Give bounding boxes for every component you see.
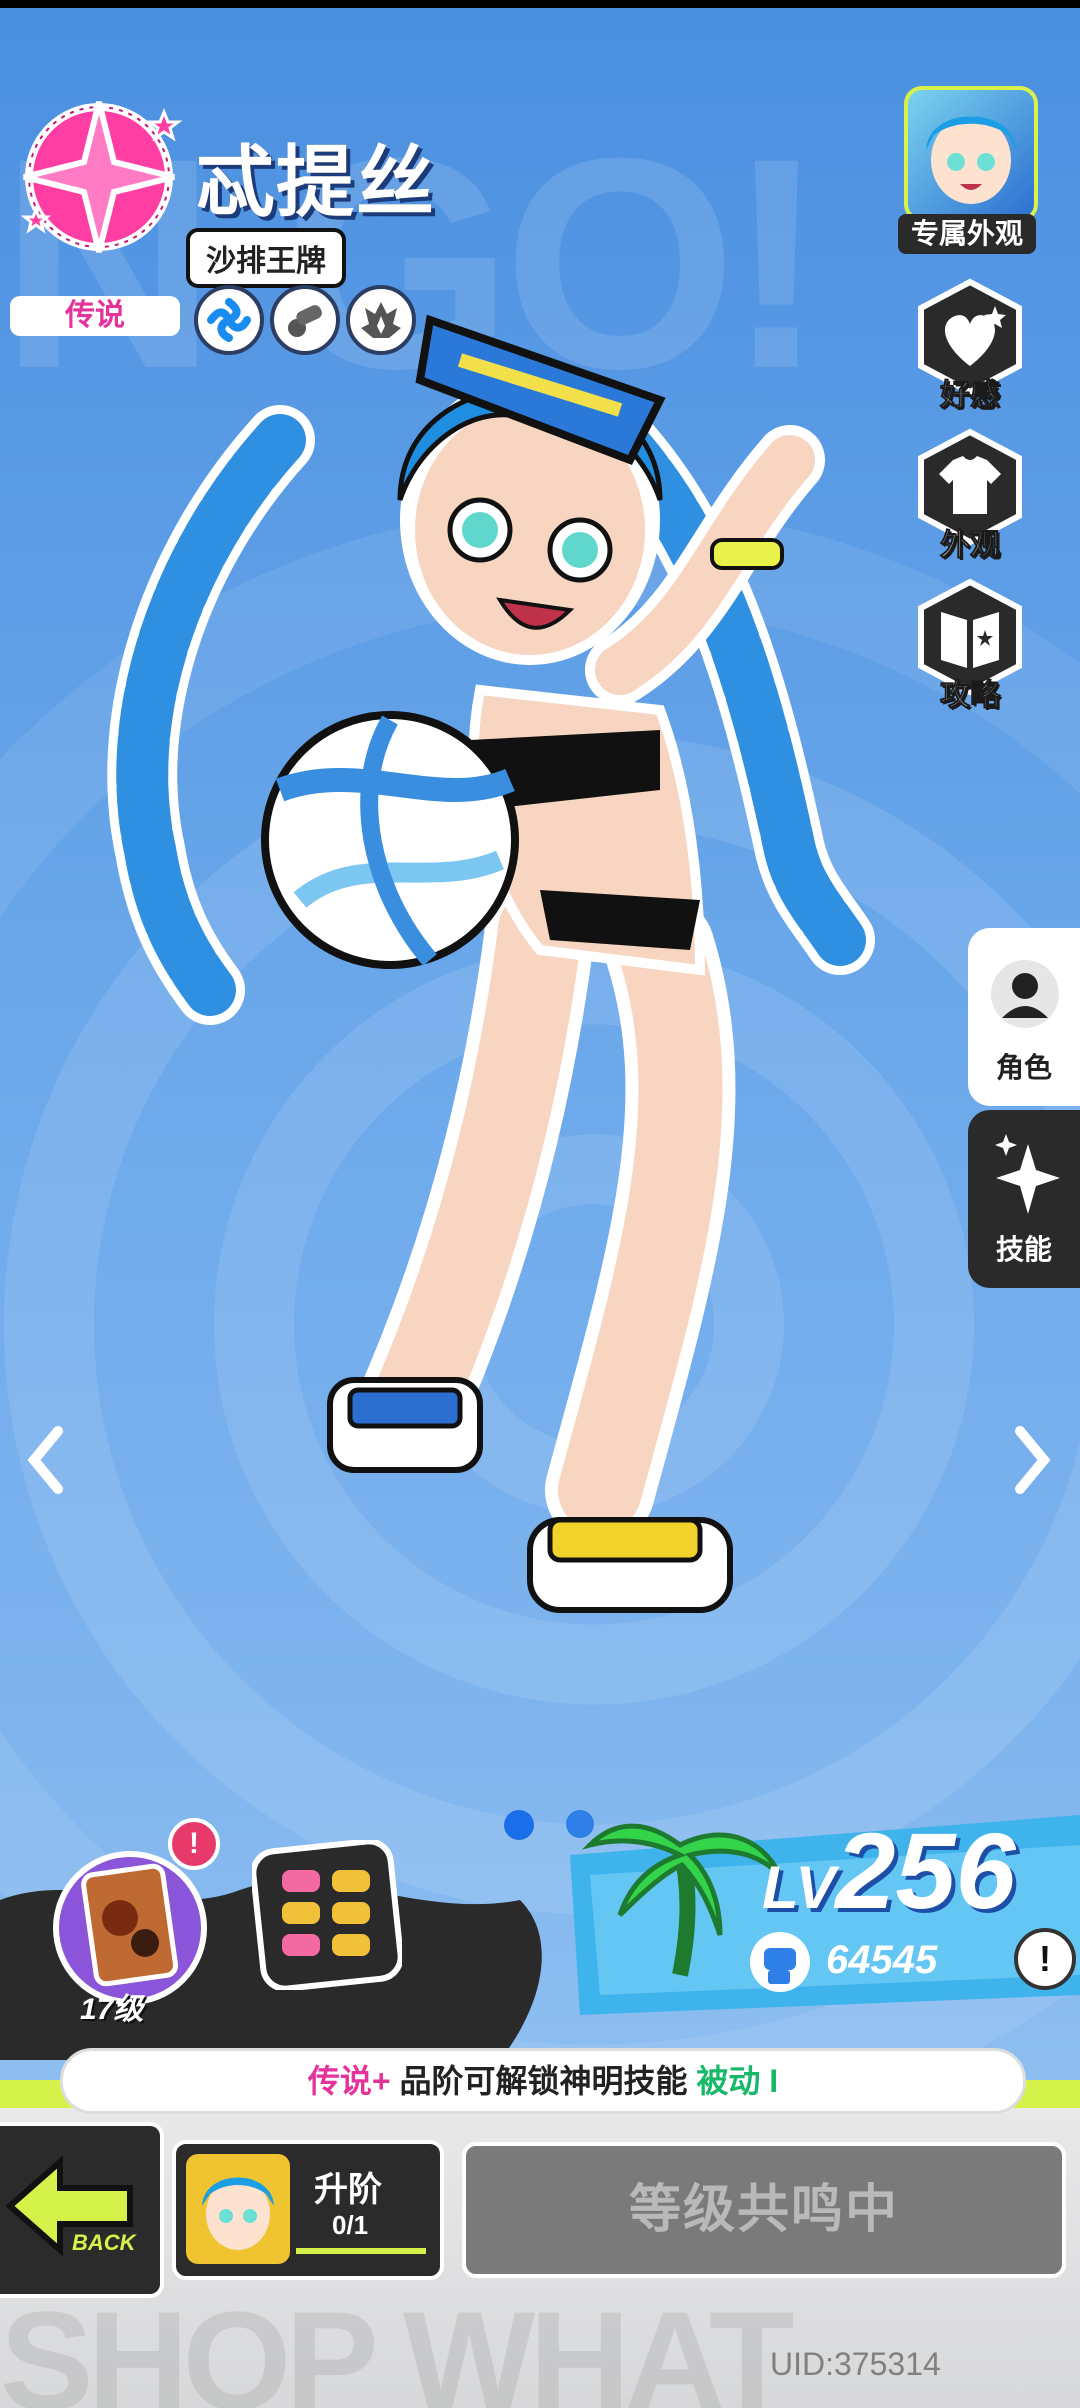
unlock-hint: 传说+ 品阶可解锁神明技能 被动 I bbox=[60, 2048, 1026, 2114]
relic-level: 17级 bbox=[80, 1993, 144, 2026]
back-label: BACK bbox=[72, 2230, 136, 2255]
character-name: 忒提丝 bbox=[196, 138, 437, 226]
side-tabs: 角色 技能 bbox=[968, 928, 1080, 1298]
affinity-label: 好感 bbox=[940, 379, 1001, 413]
guide-label: 攻略 bbox=[940, 679, 1001, 713]
appearance-label: 外观 bbox=[940, 529, 1001, 563]
ascend-button[interactable]: 升阶 0/1 bbox=[172, 2140, 444, 2280]
level-resonance-button[interactable]: 等级共鸣中 bbox=[462, 2142, 1066, 2278]
tab-role-label: 角色 bbox=[995, 1052, 1052, 1083]
ascend-portrait bbox=[186, 2154, 290, 2264]
status-bar bbox=[0, 0, 1080, 8]
skin-label: 专属外观 bbox=[898, 214, 1036, 254]
info-button[interactable]: ! bbox=[1014, 1928, 1076, 1990]
affinity-button[interactable]: 好感 bbox=[905, 278, 1035, 418]
pager-dot-1[interactable] bbox=[504, 1810, 534, 1840]
exclusive-skin-button[interactable]: 专属外观 bbox=[898, 86, 1038, 254]
hint-text: 品阶可解锁神明技能 bbox=[390, 2063, 697, 2099]
level-prefix: LV bbox=[762, 1854, 836, 1921]
chevron-left-icon[interactable] bbox=[26, 1425, 66, 1505]
fist-icon bbox=[750, 1932, 810, 1992]
level-display: LV256 bbox=[762, 1808, 1016, 1933]
character-title: 沙排王牌 bbox=[186, 228, 346, 288]
ascend-progress-bar bbox=[296, 2248, 426, 2254]
back-button[interactable]: BACK bbox=[0, 2122, 164, 2298]
tab-skills-label: 技能 bbox=[995, 1234, 1052, 1265]
ascend-label: 升阶 bbox=[314, 2171, 382, 2209]
person-icon bbox=[991, 960, 1059, 1028]
sparkle-icon bbox=[995, 1134, 1060, 1214]
hint-rarity: 传说+ bbox=[307, 2063, 391, 2099]
uid-label: UID:375314 bbox=[770, 2346, 941, 2382]
level-value: 256 bbox=[835, 1810, 1016, 1931]
star-emblem-icon bbox=[20, 101, 183, 253]
relic-notice-badge: ! bbox=[168, 1818, 220, 1870]
grid-icon[interactable] bbox=[250, 1838, 404, 1992]
tab-skills[interactable]: 技能 bbox=[968, 1110, 1080, 1288]
skin-portrait bbox=[904, 86, 1038, 222]
bottom-decor: SHOP WHAT bbox=[0, 2282, 795, 2408]
hint-skill: 被动 I bbox=[696, 2063, 779, 2099]
back-arrow-icon bbox=[5, 2155, 133, 2257]
appearance-button[interactable]: 外观 bbox=[905, 428, 1035, 568]
ascend-progress: 0/1 bbox=[332, 2210, 369, 2240]
character-illustration bbox=[107, 314, 875, 1613]
combat-power: 64545 bbox=[826, 1938, 938, 1982]
chevron-right-icon[interactable] bbox=[1012, 1425, 1052, 1505]
tab-role[interactable]: 角色 bbox=[968, 928, 1080, 1106]
guide-button[interactable]: 攻略 bbox=[905, 578, 1035, 718]
